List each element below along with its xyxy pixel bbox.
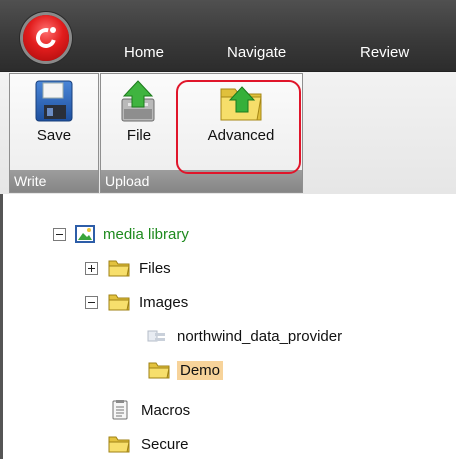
folder-icon (148, 362, 170, 379)
upload-file-icon (121, 80, 155, 122)
tree-node-files[interactable]: Files (85, 255, 171, 281)
tree-node-northwind-data-provider[interactable]: northwind_data_provider (147, 323, 342, 349)
tree-node-demo[interactable]: Demo (147, 357, 224, 383)
save-button[interactable]: Save (18, 79, 90, 144)
media-library-icon (75, 225, 95, 243)
ribbon-group-write: Save Write (9, 73, 99, 193)
folder-icon (108, 260, 130, 277)
folder-icon (108, 294, 130, 311)
menu-home[interactable]: Home (124, 44, 164, 61)
collapse-toggle[interactable] (85, 295, 98, 309)
image-file-icon (147, 330, 165, 342)
media-tree: media library Files Images northwind_dat… (0, 194, 456, 459)
tree-node-macros[interactable]: Macros (111, 397, 190, 423)
document-icon (112, 400, 128, 420)
application-menu-button[interactable] (23, 15, 69, 61)
tree-label: northwind_data_provider (177, 327, 343, 345)
tree-label: Images (139, 293, 189, 311)
floppy-disk-icon (35, 80, 73, 122)
title-bar: Home Navigate Review (0, 0, 456, 72)
tree-label: Files (139, 259, 171, 277)
tree-label: Macros (141, 401, 191, 419)
tree-node-media-library[interactable]: media library (53, 221, 189, 247)
upload-file-button[interactable]: File (109, 79, 169, 144)
menu-review[interactable]: Review (360, 44, 409, 61)
tree-label: Demo (177, 360, 224, 380)
menu-navigate[interactable]: Navigate (227, 44, 286, 61)
ribbon-group-label-write: Write (10, 170, 98, 192)
tree-label: Secure (141, 435, 189, 453)
app-logo-dot (50, 27, 56, 33)
save-button-label: Save (36, 127, 72, 144)
folder-icon (108, 436, 130, 453)
tree-node-images[interactable]: Images (85, 289, 188, 315)
tree-node-secure[interactable]: Secure (107, 431, 189, 457)
expand-toggle[interactable] (85, 261, 98, 275)
upload-file-label: File (126, 127, 152, 144)
collapse-toggle[interactable] (53, 227, 66, 241)
advanced-highlight-callout (176, 80, 301, 174)
tree-label: media library (103, 225, 189, 243)
